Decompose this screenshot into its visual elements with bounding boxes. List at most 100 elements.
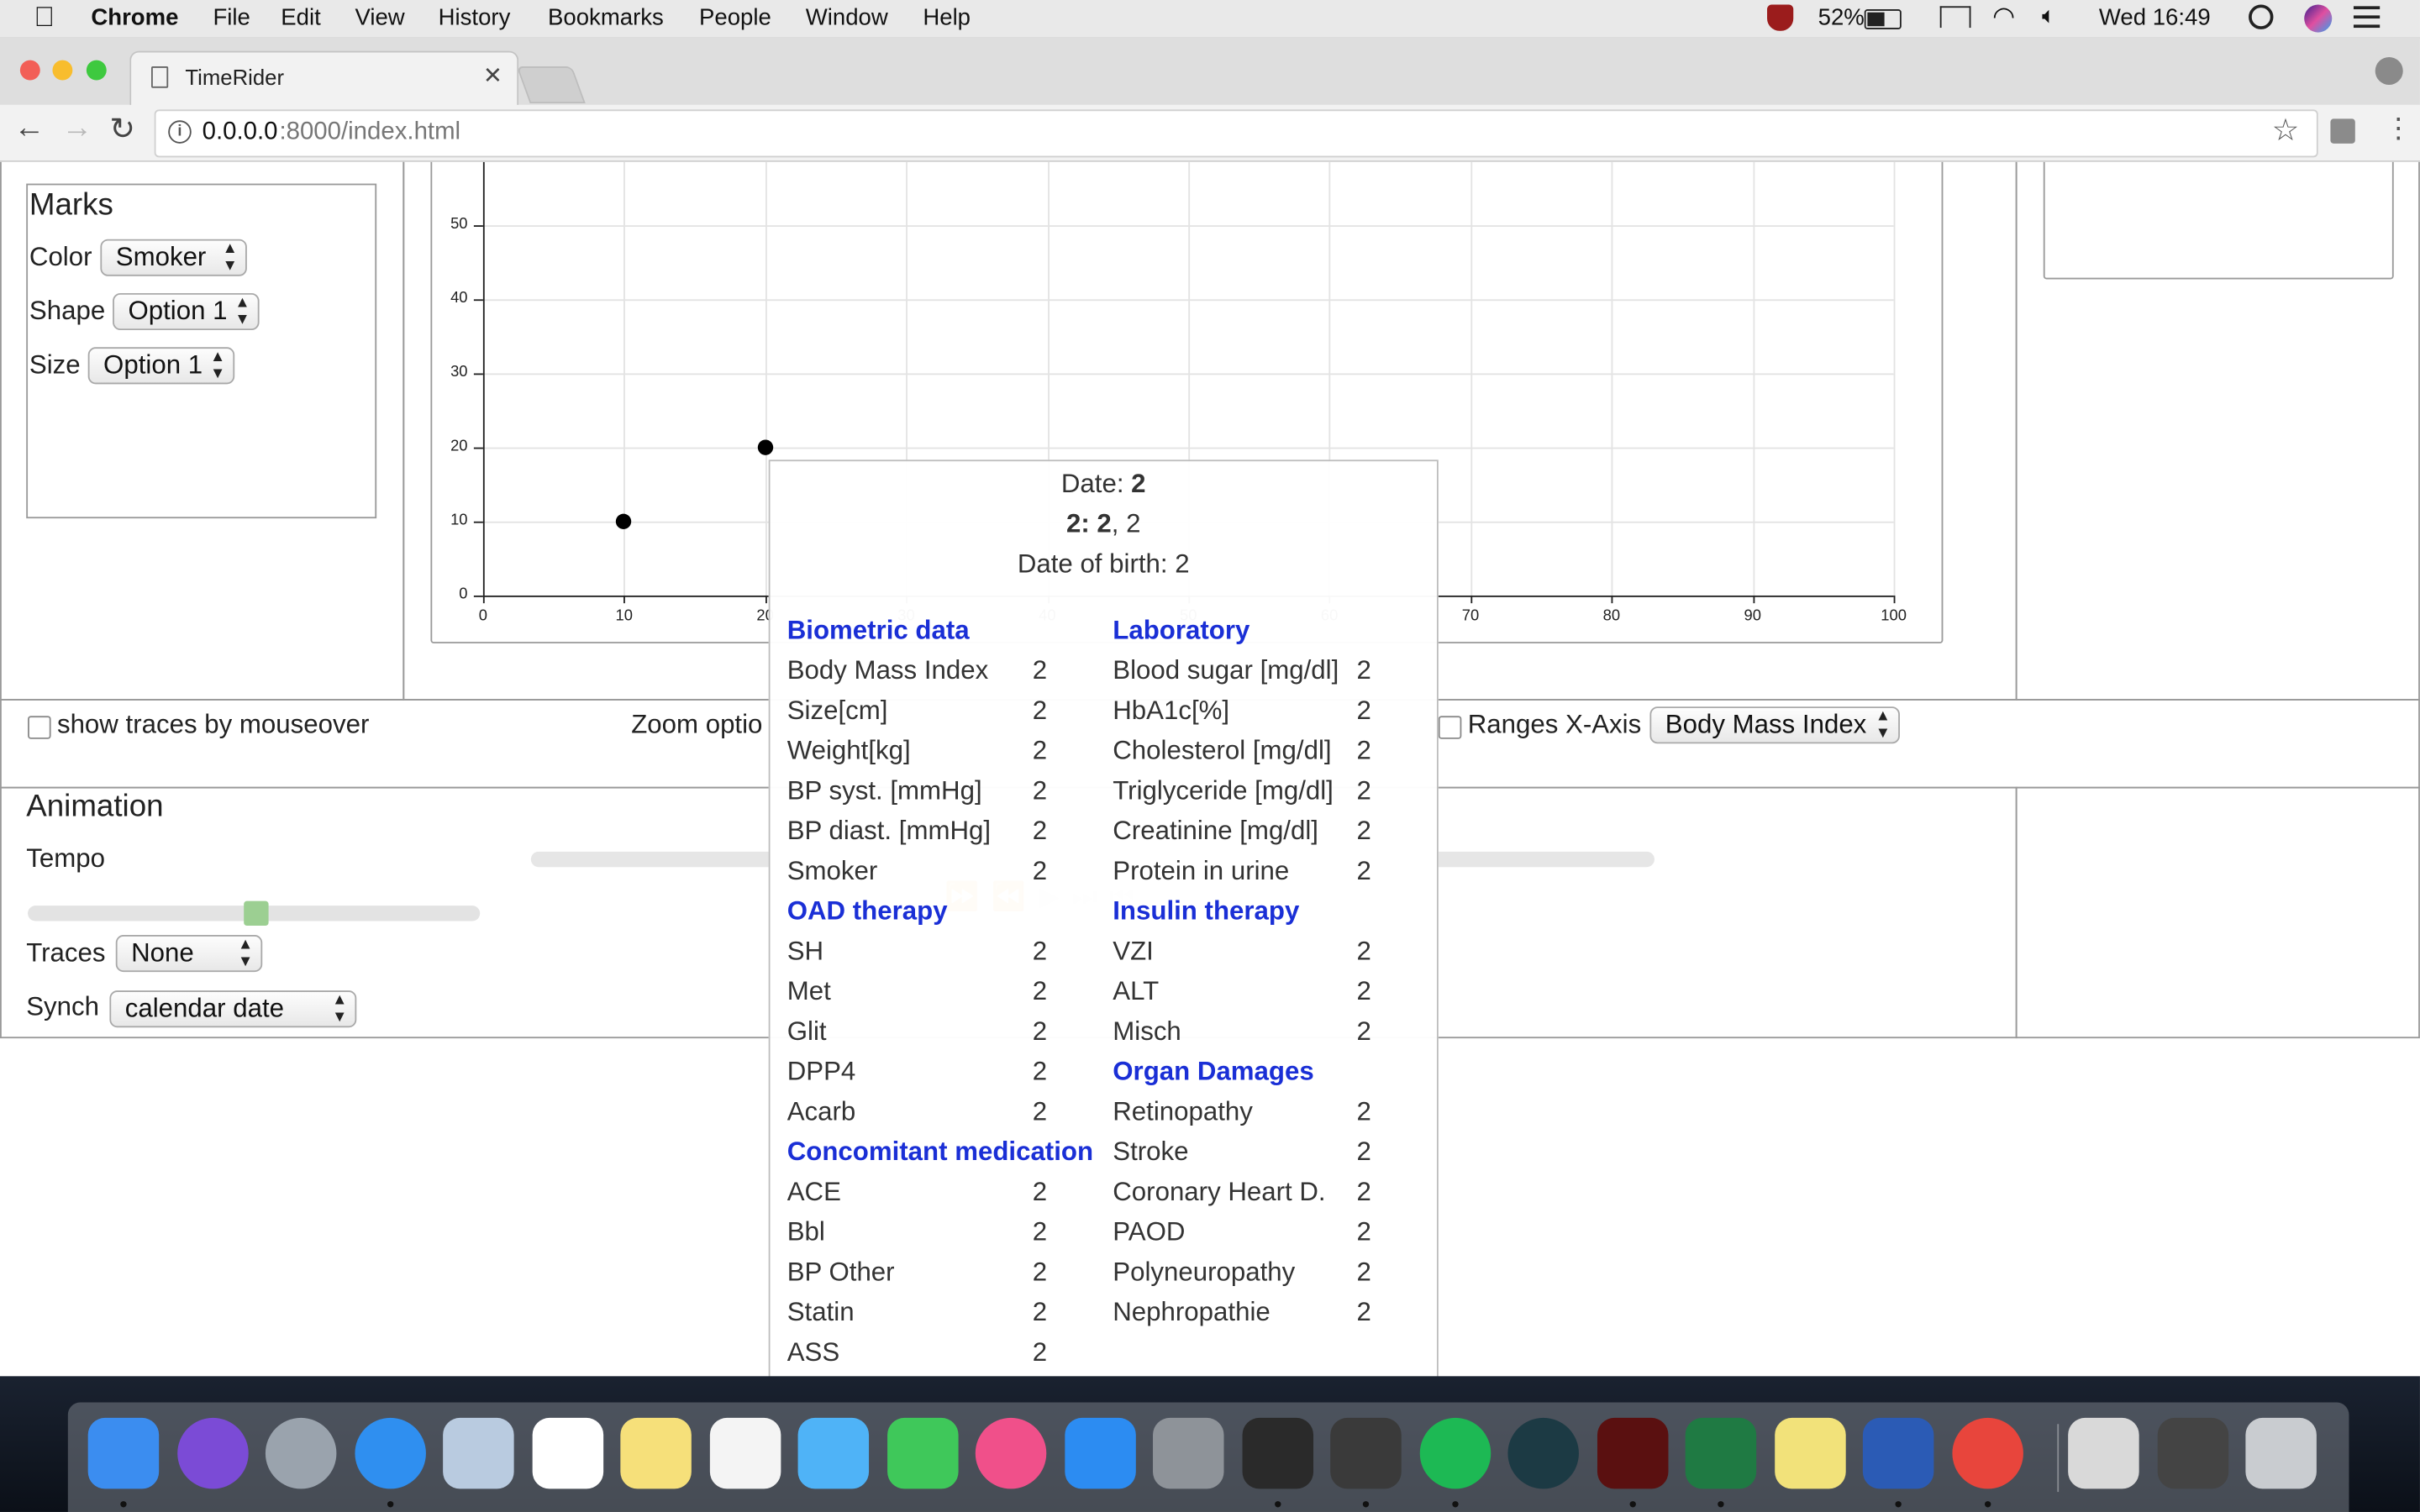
notification-center-icon[interactable]: [2353, 6, 2381, 29]
tooltip-row: Met 2: [787, 977, 1112, 1017]
tooltip-row-value: 2: [1356, 1217, 1371, 1247]
tooltip-row: Statin 2: [787, 1298, 1112, 1338]
tab-close-icon[interactable]: ✕: [483, 61, 502, 89]
menu-view[interactable]: View: [355, 5, 404, 31]
tooltip-row-value: 2: [1032, 1257, 1048, 1287]
word-icon[interactable]: [1862, 1417, 1934, 1489]
menu-window[interactable]: Window: [806, 5, 888, 31]
chrome-menu-icon[interactable]: ⋮: [2385, 113, 2412, 145]
messages-icon[interactable]: [797, 1417, 870, 1489]
spotlight-search-icon[interactable]: [2249, 4, 2274, 29]
terminal-icon[interactable]: [1241, 1417, 1313, 1489]
grid-line-x: [1752, 161, 1754, 596]
tempo-slider-thumb[interactable]: [243, 900, 268, 927]
tooltip-row: Glit 2: [787, 1016, 1112, 1057]
y-tick-label: 50: [450, 216, 468, 234]
profile-icon[interactable]: [2375, 56, 2403, 86]
menu-app-name[interactable]: Chrome: [91, 5, 178, 31]
downloads-icon[interactable]: [2068, 1417, 2139, 1489]
ranges-x-axis-select[interactable]: Body Mass Index ▲ ▼: [1649, 706, 1900, 744]
dock: [67, 1402, 2349, 1512]
tooltip-row: Nephropathie 2: [1113, 1298, 1437, 1338]
bookmark-star-icon[interactable]: ☆: [2272, 111, 2300, 150]
tempo-slider[interactable]: [28, 900, 481, 927]
tooltip-section-heading: OAD therapy: [786, 896, 948, 927]
facetime-icon[interactable]: [886, 1417, 958, 1489]
y-tick-label: 40: [450, 290, 468, 307]
excel-icon[interactable]: [1685, 1417, 1757, 1489]
menu-edit[interactable]: Edit: [281, 5, 320, 31]
tooltip-row-value: 2: [1032, 1096, 1048, 1126]
menu-history[interactable]: History: [439, 5, 511, 31]
chrome-icon[interactable]: [1951, 1417, 2023, 1489]
tooltip-row-key: Protein in urine: [1113, 856, 1290, 886]
mcafee-shield-icon[interactable]: [1767, 4, 1794, 31]
tooltip-row-key: Met: [786, 976, 831, 1006]
reminders-icon[interactable]: [708, 1417, 781, 1489]
siri-menu-icon[interactable]: [2304, 4, 2333, 33]
menu-file[interactable]: File: [213, 5, 250, 31]
finder-icon[interactable]: [87, 1417, 160, 1489]
trash-icon[interactable]: [2245, 1417, 2317, 1489]
volume-icon[interactable]: 🔈︎: [2042, 3, 2056, 29]
menu-people[interactable]: People: [699, 5, 771, 31]
tooltip-row-key: BP diast. [mmHg]: [786, 816, 992, 846]
back-arrow-icon[interactable]: ←: [14, 111, 45, 146]
tooltip-row-key: Bbl: [786, 1217, 825, 1247]
wifi-icon[interactable]: ◠: [1992, 2, 2015, 33]
ranges-x-axis-label: Ranges X-Axis: [1467, 709, 1642, 739]
mail-icon[interactable]: [443, 1417, 514, 1489]
running-indicator: [1895, 1501, 1902, 1508]
tooltip-row: Triglyceride [mg/dl] 2: [1113, 776, 1437, 816]
window-close-button[interactable]: [19, 60, 40, 81]
address-bar[interactable]: i 0.0.0.0 :8000/index.html: [154, 109, 2318, 158]
gitkraken-icon[interactable]: [1507, 1417, 1579, 1489]
system-preferences-icon[interactable]: [1153, 1417, 1224, 1489]
apple-icon[interactable]: : [34, 2, 55, 34]
info-icon[interactable]: i: [168, 120, 192, 144]
tooltip-row: Cholesterol [mg/dl] 2: [1113, 736, 1437, 776]
tooltip-row-key: Polyneuropathy: [1113, 1257, 1296, 1287]
running-indicator: [1984, 1501, 1991, 1508]
reload-icon[interactable]: ↻: [109, 109, 135, 148]
x-tick-label: 100: [1881, 607, 1907, 625]
window-minimize-button[interactable]: [52, 60, 73, 81]
stack-icon[interactable]: [2156, 1417, 2228, 1489]
spotify-icon[interactable]: [1418, 1417, 1491, 1489]
notes-icon[interactable]: [620, 1417, 692, 1489]
extension-jb-icon[interactable]: [2330, 118, 2355, 144]
show-traces-checkbox[interactable]: [28, 716, 51, 739]
data-point[interactable]: [757, 439, 773, 455]
menu-bookmarks[interactable]: Bookmarks: [548, 5, 664, 31]
appstore-icon[interactable]: [1064, 1417, 1135, 1489]
safari-icon[interactable]: [354, 1417, 426, 1489]
synch-select[interactable]: calendar date ▲ ▼: [109, 990, 357, 1028]
calendar-icon[interactable]: [531, 1417, 603, 1489]
battery-icon[interactable]: [1864, 9, 1902, 29]
window-zoom-button[interactable]: [86, 60, 107, 81]
new-tab-button[interactable]: [516, 66, 586, 104]
ranges-x-axis-checkbox[interactable]: [1438, 716, 1462, 739]
itunes-icon[interactable]: [975, 1417, 1047, 1489]
tooltip-row-value: 2: [1032, 1337, 1048, 1368]
menu-help[interactable]: Help: [923, 5, 971, 31]
stickies-icon[interactable]: [1774, 1417, 1845, 1489]
tooltip-row: Smoker 2: [787, 856, 1112, 896]
tooltip-row-key: Misch: [1113, 1016, 1181, 1047]
tooltip-section-heading: Biometric data: [786, 615, 970, 645]
menu-clock[interactable]: Wed 16:49: [2099, 5, 2211, 31]
tooltip-row-value: 2: [1356, 1096, 1371, 1126]
siri-icon[interactable]: [176, 1417, 248, 1489]
tooltip-birth: Date of birth: 2: [1017, 549, 1190, 579]
tooltip-row: SH 2: [787, 937, 1112, 977]
data-point[interactable]: [616, 513, 632, 529]
traces-select[interactable]: None ▲ ▼: [115, 935, 263, 973]
tab-timerider[interactable]: TimeRider ✕: [129, 50, 519, 107]
acrobat-icon[interactable]: [1597, 1417, 1668, 1489]
forward-arrow-icon[interactable]: →: [61, 111, 92, 146]
menu-bar:  Chrome File Edit View History Bookmark…: [0, 0, 2420, 39]
sublime-icon[interactable]: [1330, 1417, 1402, 1489]
animation-right-frame: [2015, 786, 2420, 1039]
launchpad-icon[interactable]: [265, 1417, 337, 1489]
airplay-icon[interactable]: [1939, 6, 1971, 29]
